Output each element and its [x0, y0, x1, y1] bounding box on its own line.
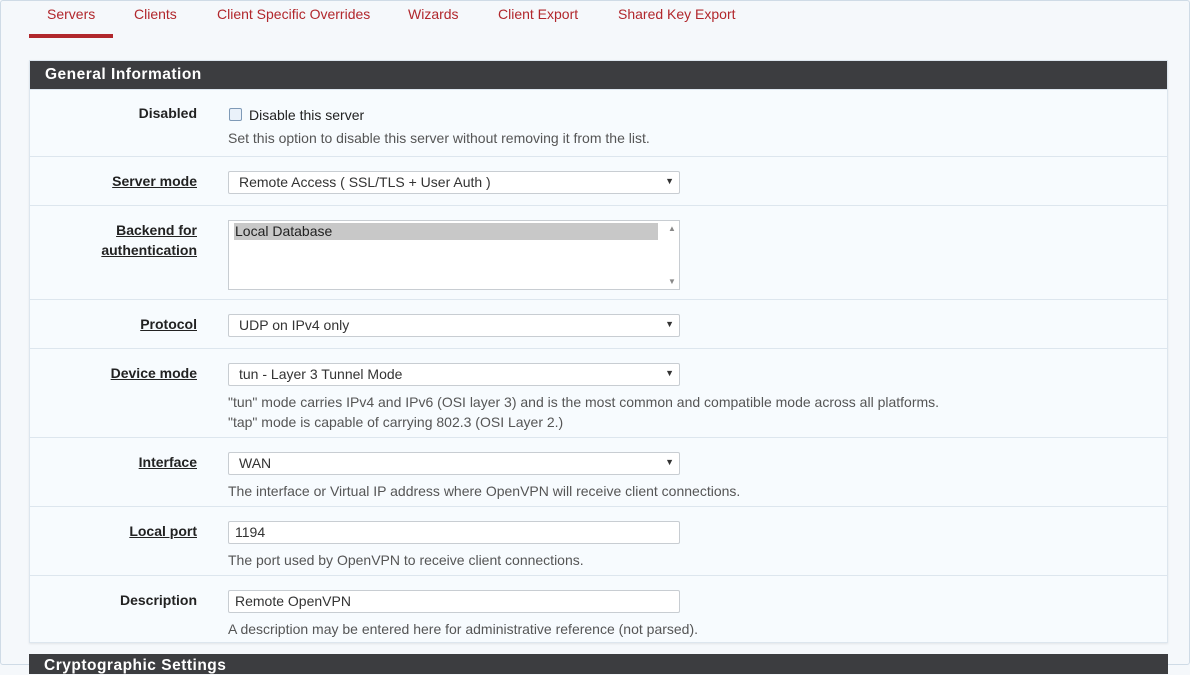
- server-mode-value: Remote Access ( SSL/TLS + User Auth ): [239, 174, 491, 190]
- protocol-value: UDP on IPv4 only: [239, 317, 350, 333]
- active-tab-indicator: [29, 34, 113, 38]
- device-mode-help-tun: "tun" mode carries IPv4 and IPv6 (OSI la…: [228, 394, 940, 410]
- disable-server-checkbox-label[interactable]: Disable this server: [249, 105, 364, 125]
- local-port-value: 1194: [235, 524, 266, 540]
- disabled-row: Disabled Disable this server Set this op…: [30, 89, 1167, 157]
- backend-label-line2: authentication: [101, 242, 197, 258]
- backend-label-line1: Backend for: [116, 222, 197, 238]
- device-mode-select[interactable]: tun - Layer 3 Tunnel Mode ▼: [228, 363, 680, 386]
- tab-wizards[interactable]: Wizards: [408, 6, 459, 22]
- local-port-label: Local port: [129, 523, 197, 539]
- tab-clients[interactable]: Clients: [134, 6, 177, 22]
- server-mode-select[interactable]: Remote Access ( SSL/TLS + User Auth ) ▼: [228, 171, 680, 194]
- tab-client-specific-overrides[interactable]: Client Specific Overrides: [217, 6, 370, 22]
- listbox-scrollbar[interactable]: ▲ ▼: [665, 221, 679, 289]
- protocol-select[interactable]: UDP on IPv4 only ▼: [228, 314, 680, 337]
- panel-title: General Information: [30, 61, 1167, 89]
- tab-servers[interactable]: Servers: [47, 6, 95, 22]
- local-port-input[interactable]: 1194: [228, 521, 680, 544]
- server-mode-label: Server mode: [112, 173, 197, 189]
- server-mode-row: Server mode Remote Access ( SSL/TLS + Us…: [30, 156, 1167, 206]
- protocol-label: Protocol: [140, 316, 197, 332]
- tab-shared-key-export[interactable]: Shared Key Export: [618, 6, 736, 22]
- interface-value: WAN: [239, 455, 272, 471]
- next-panel-title: Cryptographic Settings: [44, 657, 227, 674]
- interface-row: Interface WAN ▼ The interface or Virtual…: [30, 437, 1167, 507]
- device-mode-help-tap: "tap" mode is capable of carrying 802.3 …: [228, 414, 564, 430]
- disabled-help-text: Set this option to disable this server w…: [228, 130, 650, 146]
- chevron-down-icon: ▼: [665, 368, 674, 378]
- disable-server-checkbox[interactable]: [229, 108, 242, 121]
- description-label: Description: [119, 592, 197, 608]
- device-mode-value: tun - Layer 3 Tunnel Mode: [239, 366, 403, 382]
- backend-row: Backend for authentication Local Databas…: [30, 205, 1167, 300]
- backend-option-local-database[interactable]: Local Database: [234, 223, 658, 240]
- disabled-label: Disabled: [138, 105, 197, 121]
- interface-select[interactable]: WAN ▼: [228, 452, 680, 475]
- device-mode-row: Device mode tun - Layer 3 Tunnel Mode ▼ …: [30, 348, 1167, 438]
- interface-help-text: The interface or Virtual IP address wher…: [228, 483, 741, 499]
- description-row: Description Remote OpenVPN A description…: [30, 575, 1167, 643]
- chevron-down-icon: ▼: [665, 176, 674, 186]
- description-value: Remote OpenVPN: [235, 593, 351, 609]
- chevron-down-icon: ▼: [665, 319, 674, 329]
- description-input[interactable]: Remote OpenVPN: [228, 590, 680, 613]
- interface-label: Interface: [138, 454, 197, 470]
- general-information-panel: General Information Disabled Disable thi…: [29, 60, 1168, 643]
- local-port-help-text: The port used by OpenVPN to receive clie…: [228, 552, 584, 568]
- tab-client-export[interactable]: Client Export: [498, 6, 578, 22]
- protocol-row: Protocol UDP on IPv4 only ▼: [30, 299, 1167, 349]
- local-port-row: Local port 1194 The port used by OpenVPN…: [30, 506, 1167, 576]
- chevron-down-icon: ▼: [665, 457, 674, 467]
- backend-listbox[interactable]: Local Database ▲ ▼: [228, 220, 680, 290]
- description-help-text: A description may be entered here for ad…: [228, 621, 699, 637]
- cryptographic-settings-panel-header: Cryptographic Settings: [29, 654, 1168, 674]
- scroll-down-icon[interactable]: ▼: [668, 277, 676, 286]
- device-mode-label: Device mode: [110, 365, 197, 381]
- scroll-up-icon[interactable]: ▲: [668, 224, 676, 233]
- backend-label: Backend for authentication: [101, 220, 197, 260]
